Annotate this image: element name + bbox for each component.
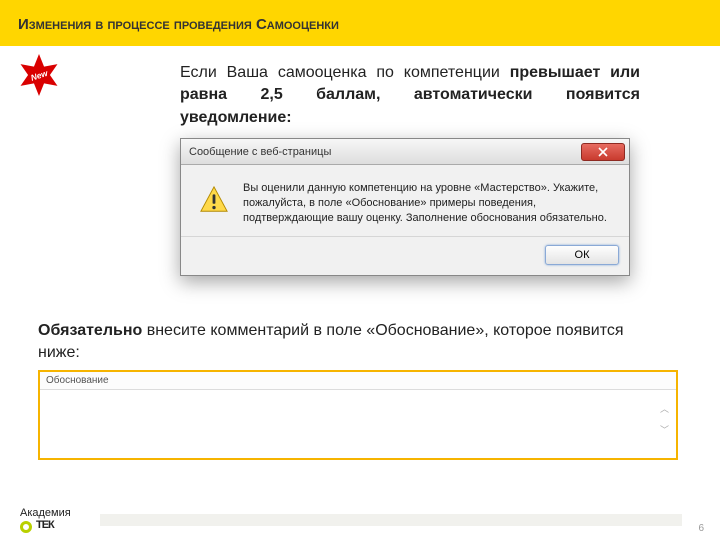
brand-line2: ТЕК [36,520,54,532]
brand-ring-icon [20,521,32,533]
brand-logo: Академия ТЕК [20,508,71,532]
dialog-title: Сообщение с веб-страницы [189,146,331,158]
intro-part1: Если Ваша самооценка по компетенции [180,64,510,81]
new-badge: New [18,54,60,96]
title-bar: Изменения в процессе проведения Самооцен… [0,0,720,46]
ok-button[interactable]: ОК [545,245,619,265]
close-icon [598,147,608,157]
dialog-footer: ОК [181,236,629,275]
brand-line1: Академия [20,508,71,520]
warning-icon [199,185,229,226]
justification-label: Обоснование [40,372,676,390]
chevron-up-icon: ︿ [660,402,672,415]
chevron-down-icon: ﹀ [660,423,672,436]
instruction-bold: Обязательно [38,322,142,339]
footer-divider [100,514,682,526]
justification-field[interactable]: Обоснование ︿ ﹀ [38,370,678,460]
instruction-text: Обязательно внесите комментарий в поле «… [38,320,658,363]
scroll-indicator: ︿ ﹀ [660,402,672,436]
dialog-message: Вы оценили данную компетенцию на уровне … [243,181,611,226]
dialog-titlebar: Сообщение с веб-страницы [181,139,629,165]
dialog-body: Вы оценили данную компетенцию на уровне … [181,165,629,236]
page-title: Изменения в процессе проведения Самооцен… [18,16,339,33]
intro-text: Если Ваша самооценка по компетенции прев… [180,62,640,129]
notification-dialog: Сообщение с веб-страницы Вы оценили данн… [180,138,630,276]
close-button[interactable] [581,143,625,161]
page-number: 6 [698,523,704,534]
